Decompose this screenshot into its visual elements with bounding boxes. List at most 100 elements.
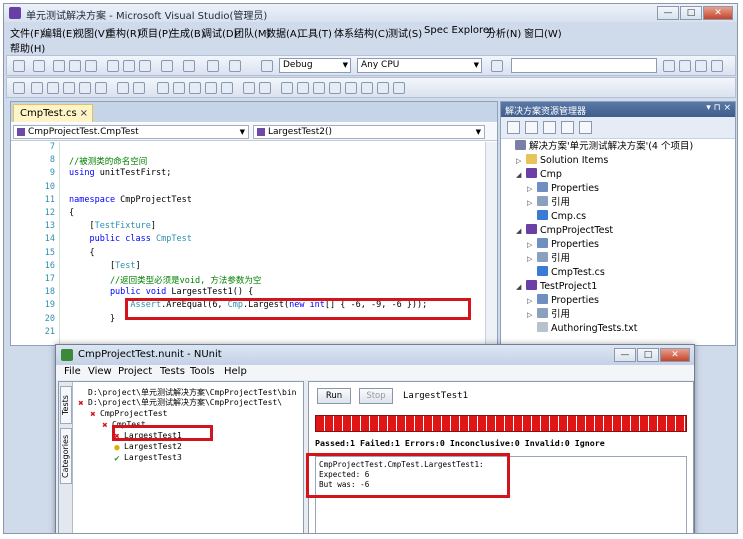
solution-tree-item[interactable]: ▷ Properties (527, 238, 599, 252)
test-tree-node[interactable]: ✖ LargestTest1 (112, 430, 182, 442)
redo-icon[interactable] (183, 60, 195, 72)
close-tab-icon[interactable]: × (80, 108, 88, 119)
test-tree-node[interactable]: ● LargestTest2 (112, 441, 182, 453)
cut-icon[interactable] (107, 60, 119, 72)
undo-icon[interactable] (161, 60, 173, 72)
navigate-forward-icon[interactable] (229, 60, 241, 72)
test-tree-node[interactable]: ✔ LargestTest3 (112, 452, 182, 464)
view-class-diagram-icon[interactable] (579, 121, 592, 134)
expander-icon[interactable]: ▷ (527, 238, 537, 252)
solution-tree-item[interactable]: AuthoringTests.txt (527, 322, 637, 336)
previous-bookmark-icon[interactable] (361, 82, 373, 94)
nunit-menu-item[interactable]: Tools (190, 366, 215, 377)
menu-item[interactable]: 项目(P) (138, 25, 172, 40)
indent-icon[interactable] (259, 82, 271, 94)
solution-tree-item[interactable]: Cmp.cs (527, 210, 586, 224)
solution-tree-item[interactable]: CmpTest.cs (527, 266, 605, 280)
tile-window-icon[interactable] (157, 82, 169, 94)
config-select[interactable]: Debug ▼ (279, 58, 351, 73)
expander-icon[interactable]: ▷ (516, 154, 526, 168)
menu-item[interactable]: Spec Explorer (424, 25, 493, 36)
menu-item[interactable]: 帮助(H) (10, 40, 45, 55)
expander-icon[interactable]: ▷ (527, 182, 537, 196)
pin-icon[interactable]: ▾ ⊓ × (706, 103, 731, 113)
tab-cmptest-cs[interactable]: CmpTest.cs × (13, 104, 93, 122)
view-code-icon[interactable] (561, 121, 574, 134)
menu-item[interactable]: 文件(F) (10, 25, 44, 40)
type-dropdown[interactable]: CmpProjectTest.CmpTest ▼ (13, 125, 249, 139)
nunit-menu-item[interactable]: File (64, 366, 81, 377)
maximize-button[interactable]: □ (680, 6, 702, 20)
add-item-icon[interactable] (33, 60, 45, 72)
menu-item[interactable]: 体系结构(C) (334, 25, 389, 40)
bookmark-icon[interactable] (345, 82, 357, 94)
grid-icon[interactable] (189, 82, 201, 94)
code-area[interactable]: 7 8 //被测类的命名空间 9 using unitTestFirst; 10 11 nam… (11, 142, 497, 347)
nunit-close-button[interactable]: ✕ (660, 348, 690, 362)
member-dropdown[interactable]: LargestTest2() ▼ (253, 125, 485, 139)
step-into-icon[interactable] (133, 82, 145, 94)
clear-bookmarks-icon[interactable] (393, 82, 405, 94)
expander-icon[interactable]: ▷ (527, 196, 537, 210)
expander-icon[interactable]: ◢ (516, 224, 526, 238)
menu-item[interactable]: 工具(T) (298, 25, 332, 40)
menu-item[interactable]: 团队(M) (234, 25, 270, 40)
open-icon[interactable] (53, 60, 65, 72)
menu-item[interactable]: 测试(S) (388, 25, 422, 40)
menu-item[interactable]: 调试(D) (202, 25, 238, 40)
properties-icon[interactable] (679, 60, 691, 72)
solution-tree-item[interactable]: ▷ 引用 (527, 252, 570, 266)
run-button[interactable]: Run (317, 388, 351, 404)
copy-icon[interactable] (123, 60, 135, 72)
test-tree-node[interactable]: ✖ CmpProjectTest (88, 408, 167, 420)
solution-tree-item[interactable]: ▷ Properties (527, 294, 599, 308)
nunit-menu-item[interactable]: Help (224, 366, 247, 377)
solution-tree-item[interactable]: ◢ TestProject1 (516, 280, 597, 294)
object-browser-icon[interactable] (711, 60, 723, 72)
solution-tree-item[interactable]: ◢ Cmp (516, 168, 562, 182)
properties-icon[interactable] (507, 121, 520, 134)
solution-tree-item[interactable]: ▷ Properties (527, 182, 599, 196)
menu-item[interactable]: 重构(R) (106, 25, 141, 40)
expander-icon[interactable]: ◢ (516, 280, 526, 294)
test-list-icon[interactable] (79, 82, 91, 94)
code-coverage-icon[interactable] (95, 82, 107, 94)
menu-item[interactable]: 生成(B) (170, 25, 205, 40)
panel-icon[interactable] (205, 82, 217, 94)
outdent-icon[interactable] (281, 82, 293, 94)
test-tree-node[interactable]: D:\project\单元测试解决方案\CmpProjectTest\bin (76, 386, 297, 397)
uncomment-icon[interactable] (313, 82, 325, 94)
menu-item[interactable]: 窗口(W) (524, 25, 562, 40)
expander-icon[interactable]: ◢ (516, 168, 526, 182)
debug-tests-icon[interactable] (31, 82, 43, 94)
layout-icon[interactable] (173, 82, 185, 94)
menu-item[interactable]: 分析(N) (486, 25, 521, 40)
navigate-back-icon[interactable] (207, 60, 219, 72)
align-icon[interactable] (243, 82, 255, 94)
expander-icon[interactable]: ▷ (527, 252, 537, 266)
solution-tree-item[interactable]: ▷ 引用 (527, 308, 570, 322)
nunit-menu-item[interactable]: Project (118, 366, 152, 377)
new-project-icon[interactable] (13, 60, 25, 72)
nunit-minimize-button[interactable]: — (614, 348, 636, 362)
paste-icon[interactable] (139, 60, 151, 72)
solution-tree-item[interactable]: ◢ CmpProjectTest (516, 224, 613, 238)
close-button[interactable]: ✕ (703, 6, 733, 20)
nunit-maximize-button[interactable]: □ (637, 348, 659, 362)
nunit-menu-item[interactable]: Tests (160, 366, 185, 377)
solution-explorer-icon[interactable] (663, 60, 675, 72)
toggle-breakpoint-icon[interactable] (117, 82, 129, 94)
platform-select[interactable]: Any CPU ▼ (357, 58, 482, 73)
save-all-icon[interactable] (85, 60, 97, 72)
test-view-icon[interactable] (47, 82, 59, 94)
error-output[interactable]: CmpProjectTest.CmpTest.LargestTest1: Exp… (315, 456, 687, 533)
window-icon[interactable] (221, 82, 233, 94)
toolbox-icon[interactable] (695, 60, 707, 72)
test-tree-node[interactable]: ✖ CmpTest (100, 419, 145, 431)
editor-vertical-scrollbar[interactable] (485, 142, 497, 347)
stop-button[interactable]: Stop (359, 388, 393, 404)
next-bookmark-icon[interactable] (377, 82, 389, 94)
show-all-files-icon[interactable] (525, 121, 538, 134)
test-tree-node[interactable]: ✖ D:\project\单元测试解决方案\CmpProjectTest\ (76, 397, 282, 409)
find-input[interactable] (511, 58, 657, 73)
